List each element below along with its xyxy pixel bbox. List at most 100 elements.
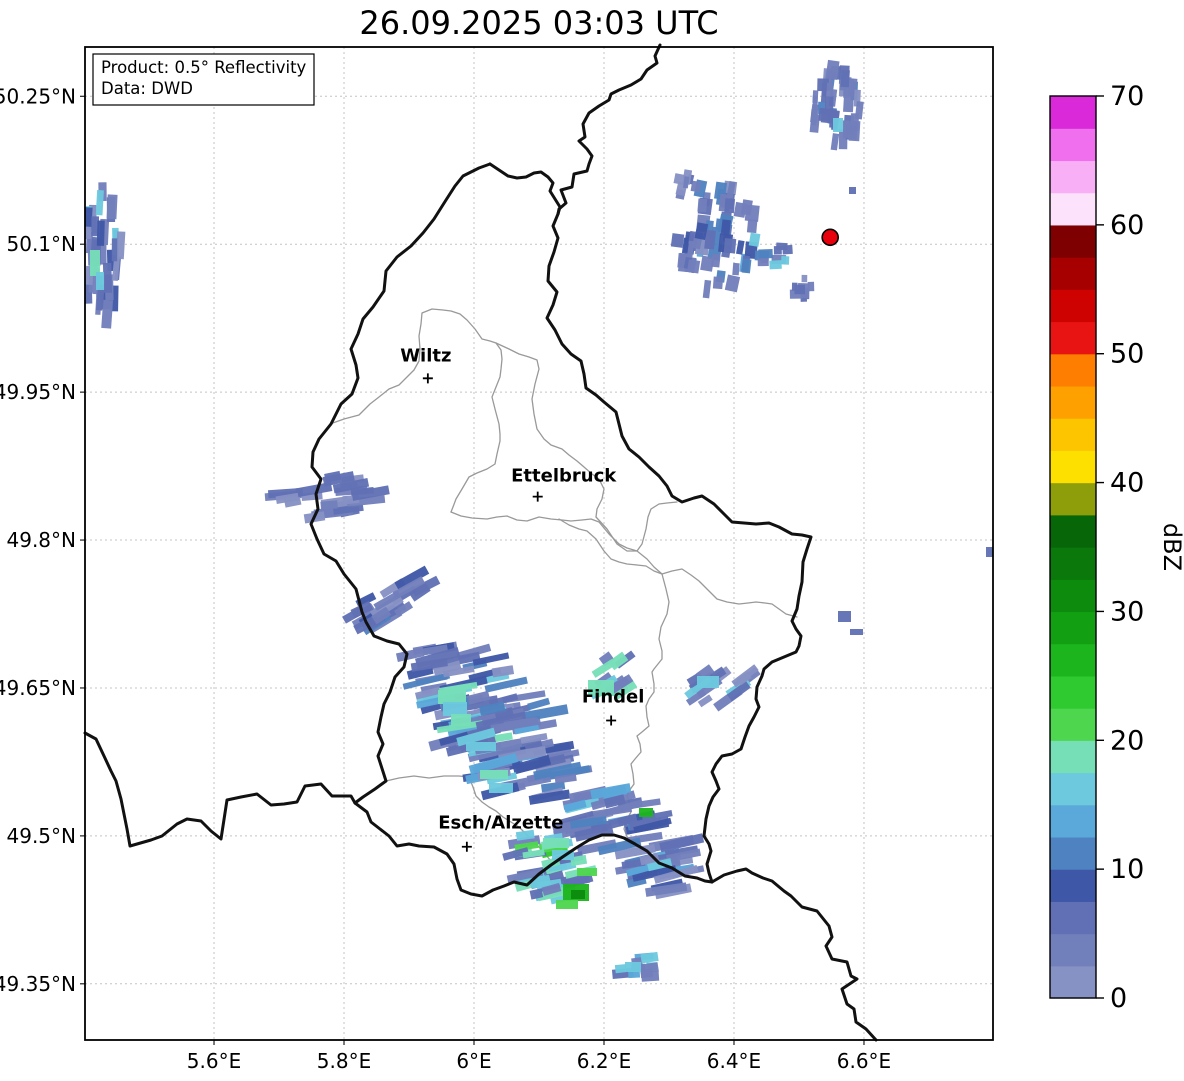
national-border-path	[545, 212, 813, 884]
x-tick-label: 6°E	[456, 1049, 491, 1073]
radar-echo-bar	[723, 238, 737, 254]
x-tick-label: 5.8°E	[317, 1049, 371, 1073]
colorbar-segment	[1050, 708, 1096, 741]
colorbar-segment	[1050, 385, 1096, 419]
y-tick-label: 49.35°N	[0, 972, 76, 996]
x-tick-label: 5.6°E	[187, 1049, 241, 1073]
y-tick-label: 49.95°N	[0, 380, 76, 404]
y-tick-label: 50.25°N	[0, 84, 76, 108]
y-tick-label: 50.1°N	[7, 232, 77, 256]
radar-echo-layer	[85, 59, 993, 982]
radar-echo-bar	[320, 500, 338, 510]
radar-echo-bar	[720, 219, 731, 236]
radar-echo-bar	[702, 279, 712, 299]
colorbar-segment	[1050, 901, 1096, 935]
radar-echo-patch	[466, 742, 496, 751]
radar-echo-bar	[724, 274, 741, 293]
colorbar-segment	[1050, 96, 1096, 129]
colorbar-segment	[1050, 224, 1096, 258]
radar-echo-bar	[736, 240, 745, 255]
radar-echo-bar	[757, 258, 769, 267]
colorbar-segment	[1050, 579, 1096, 613]
colorbar-segment	[1050, 933, 1096, 967]
colorbar-segment	[1050, 675, 1096, 709]
colorbar-segment	[1050, 418, 1096, 451]
national-border-path	[488, 162, 562, 216]
radar-echo-bar	[700, 255, 715, 272]
colorbar-segment	[1050, 643, 1096, 677]
radar-echo-patch	[96, 272, 104, 290]
city-label: Wiltz	[400, 345, 451, 366]
radar-echo-bar	[106, 194, 118, 220]
colorbar-tick-label: 70	[1110, 81, 1144, 112]
y-tick-label: 49.5°N	[7, 824, 77, 848]
colorbar-segment	[1050, 836, 1096, 870]
colorbar-segment	[1050, 160, 1096, 194]
radar-echo-bar	[781, 255, 790, 265]
radar-echo-bar	[773, 245, 782, 255]
radar-echo-bar	[670, 233, 685, 248]
national-border-path	[83, 731, 357, 848]
radar-echo-bar	[848, 120, 861, 142]
product-info-box: Product: 0.5° Reflectivity Data: DWD	[92, 53, 315, 106]
colorbar-segment	[1050, 514, 1096, 548]
x-tick-label: 6.6°E	[837, 1049, 891, 1073]
radar-echo-bar	[840, 69, 850, 88]
radar-echo-bar	[812, 90, 819, 104]
radar-echo-bar	[843, 97, 854, 113]
radar-echo-bar	[830, 133, 840, 151]
radar-echo-bar	[794, 284, 806, 295]
radar-echo-patch	[577, 868, 597, 876]
radar-echo-bar	[641, 970, 660, 982]
radar-site-layer	[821, 228, 839, 247]
data-source-line: Data: DWD	[101, 79, 193, 98]
colorbar-tick-label: 50	[1110, 339, 1144, 370]
radar-echo-patch	[556, 900, 578, 909]
radar-echo-patch	[443, 702, 467, 716]
radar-echo-bar	[741, 258, 752, 274]
radar-echo-bar	[748, 232, 761, 247]
colorbar-segment	[1050, 547, 1096, 580]
y-tick-label: 49.65°N	[0, 676, 76, 700]
radar-echo-patch	[480, 770, 508, 779]
radar-echo-bar	[809, 113, 821, 133]
city-label: Findel	[582, 687, 645, 708]
cities-layer: Wiltz Ettelbruck Findel Esch/Alzette	[400, 345, 645, 852]
national-border-path	[710, 867, 878, 1042]
colorbar: 0 10 20 30 40 50 60 70	[1049, 81, 1144, 1014]
city-marker	[422, 373, 433, 384]
regional-border-path	[558, 518, 798, 618]
radar-echo-patch	[571, 890, 585, 899]
colorbar-tick-label: 20	[1110, 725, 1144, 756]
radar-echo-bar	[614, 964, 627, 974]
national-borders-layer	[83, 43, 878, 1042]
product-line: Product: 0.5° Reflectivity	[101, 58, 307, 77]
radar-echo-patch	[625, 962, 641, 972]
radar-echo-bar	[801, 274, 808, 283]
radar-echo-bar	[697, 198, 708, 213]
colorbar-tick-label: 40	[1110, 468, 1144, 499]
colorbar-segment	[1050, 740, 1096, 774]
colorbar-segment	[1050, 482, 1096, 516]
radar-echo-bar	[111, 238, 118, 262]
plot-frame-layer: 5.6°E 5.8°E 6°E 6.2°E 6.4°E 6.6°E 50.25°N 50.1°…	[0, 46, 994, 1073]
radar-echo-patch	[697, 676, 719, 688]
colorbar-segment	[1050, 257, 1096, 290]
radar-echo-bar	[96, 220, 105, 246]
radar-echo-bar	[820, 109, 834, 124]
radar-echo-patch	[833, 118, 843, 132]
x-tick-label: 6.4°E	[707, 1049, 761, 1073]
colorbar-segment	[1050, 450, 1096, 484]
colorbar-tick-label: 30	[1110, 596, 1144, 627]
x-tick-label: 6.2°E	[577, 1049, 631, 1073]
city-marker	[606, 715, 617, 726]
radar-echo-bar	[724, 198, 736, 214]
colorbar-segment	[1050, 289, 1096, 323]
radar-echo-bar	[732, 262, 740, 276]
y-tick-label: 49.8°N	[7, 528, 77, 552]
colorbar-segment	[1050, 321, 1096, 355]
radar-echo-patch	[850, 629, 863, 635]
colorbar-segment	[1050, 772, 1096, 806]
radar-echo-bar	[95, 190, 104, 216]
colorbar-unit-label: dBZ	[1158, 523, 1184, 571]
